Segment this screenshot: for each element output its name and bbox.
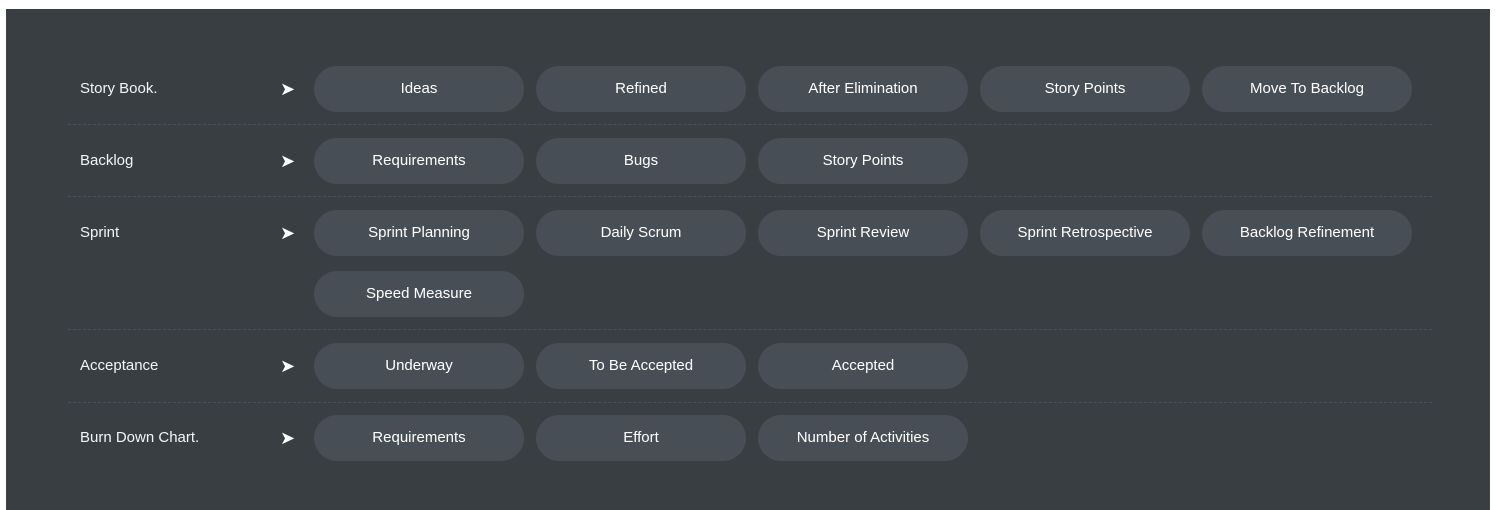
chip-to-be-accepted[interactable]: To Be Accepted [536,343,746,389]
workflow-panel: Story Book. ➤ Ideas Refined After Elimin… [6,9,1490,510]
chip-move-to-backlog[interactable]: Move To Backlog [1202,66,1412,112]
chip-requirements[interactable]: Requirements [314,138,524,184]
chip-story-points[interactable]: Story Points [758,138,968,184]
arrow-icon: ➤ [280,79,296,99]
row-label: Sprint [80,224,120,241]
arrow-icon: ➤ [280,356,296,376]
chip-accepted[interactable]: Accepted [758,343,968,389]
chip-daily-scrum[interactable]: Daily Scrum [536,210,746,256]
chip-sprint-planning[interactable]: Sprint Planning [314,210,524,256]
row-divider [68,196,1432,197]
row-label: Story Book. [80,80,158,97]
row-divider [68,402,1432,403]
chip-underway[interactable]: Underway [314,343,524,389]
chip-story-points[interactable]: Story Points [980,66,1190,112]
chip-bugs[interactable]: Bugs [536,138,746,184]
chip-requirements[interactable]: Requirements [314,415,524,461]
row-label: Burn Down Chart. [80,429,200,446]
chip-ideas[interactable]: Ideas [314,66,524,112]
arrow-icon: ➤ [280,428,296,448]
chip-number-of-activities[interactable]: Number of Activities [758,415,968,461]
arrow-icon: ➤ [280,151,296,171]
chip-sprint-review[interactable]: Sprint Review [758,210,968,256]
chip-speed-measure[interactable]: Speed Measure [314,271,524,317]
arrow-icon: ➤ [280,223,296,243]
chip-refined[interactable]: Refined [536,66,746,112]
row-divider [68,124,1432,125]
chip-effort[interactable]: Effort [536,415,746,461]
row-label: Acceptance [80,357,159,374]
chip-after-elimination[interactable]: After Elimination [758,66,968,112]
chip-sprint-retrospective[interactable]: Sprint Retrospective [980,210,1190,256]
row-label: Backlog [80,152,134,169]
row-divider [68,329,1432,330]
chip-backlog-refinement[interactable]: Backlog Refinement [1202,210,1412,256]
